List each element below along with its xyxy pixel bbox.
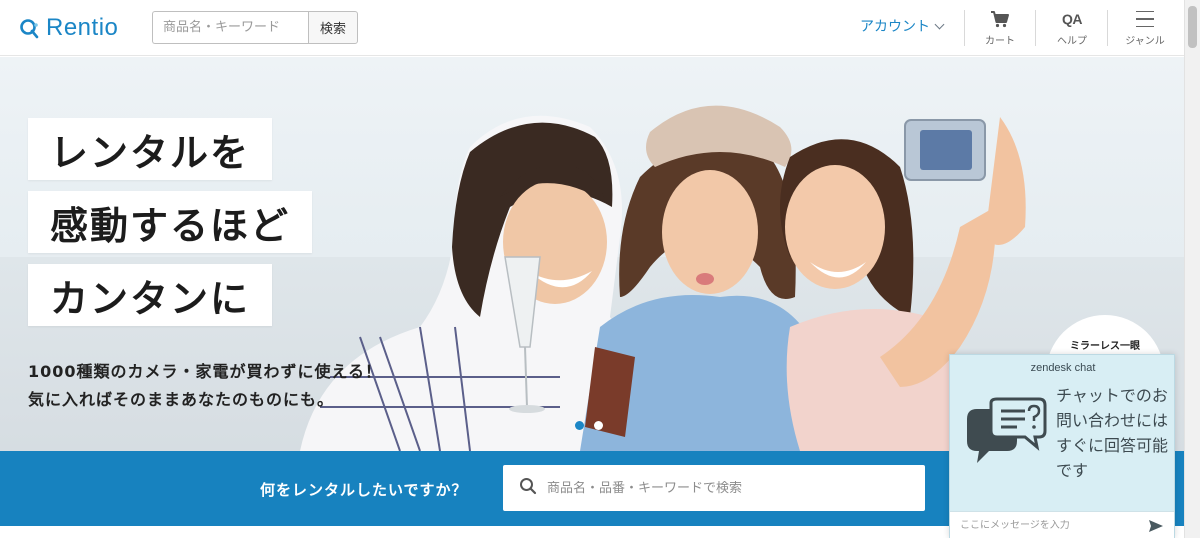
rentio-logo[interactable]: Rentio <box>20 12 118 44</box>
zendesk-chat-widget[interactable]: zendesk chat チャットでのお問い合わせにはすぐに回答可能です <box>949 354 1175 538</box>
genre-label: ジャンル <box>1125 36 1165 47</box>
hero-subtext-line-1: 1000種類のカメラ・家電が買わずに使える！ <box>28 362 383 381</box>
header-search-input[interactable] <box>152 11 308 44</box>
hero-headline-line-3: カンタンに <box>28 264 273 326</box>
page-scrollbar[interactable] <box>1184 0 1200 538</box>
site-header: Rentio 検索 アカウント カート QA ヘルプ <box>0 0 1184 56</box>
hero-subtext-line-2: 気に入ればそのままあなたのものにも。 <box>28 390 335 409</box>
help-button[interactable]: QA ヘルプ <box>1042 8 1102 50</box>
hero-headline-line-2: 感動するほど <box>28 191 313 253</box>
carousel-dot-1[interactable] <box>575 421 584 430</box>
chat-message: チャットでのお問い合わせにはすぐに回答可能です <box>1056 386 1169 480</box>
page: Rentio 検索 アカウント カート QA ヘルプ <box>0 0 1200 538</box>
header-search-button[interactable]: 検索 <box>308 11 358 44</box>
cart-icon <box>990 8 1010 30</box>
chat-brand: zendesk chat <box>1030 362 1096 374</box>
divider <box>1035 10 1036 46</box>
search-icon <box>519 477 537 499</box>
cart-label: カート <box>985 36 1015 47</box>
account-label: アカウント <box>860 19 930 35</box>
logo-text: Rentio <box>46 14 119 41</box>
main-search-box[interactable] <box>503 465 925 511</box>
carousel-dot-2[interactable] <box>594 421 603 430</box>
logo-mark-icon <box>20 18 40 39</box>
chevron-down-icon <box>934 19 945 29</box>
send-icon[interactable] <box>1148 518 1164 537</box>
divider <box>964 10 965 46</box>
main-search-input[interactable] <box>547 480 907 496</box>
chat-bubble-icon <box>963 397 1049 479</box>
carousel-dots <box>575 421 603 430</box>
chat-input-row <box>950 511 1174 538</box>
divider <box>1107 10 1108 46</box>
account-menu[interactable]: アカウント <box>860 16 945 36</box>
chat-message-input[interactable] <box>960 519 1140 531</box>
help-label: ヘルプ <box>1057 36 1087 47</box>
cart-button[interactable]: カート <box>970 8 1030 50</box>
hamburger-menu-icon <box>1136 8 1154 30</box>
qa-help-icon: QA <box>1062 11 1083 27</box>
header-search: 検索 <box>152 11 358 44</box>
genre-menu-button[interactable]: ジャンル <box>1115 8 1175 50</box>
main-search-label: 何をレンタルしたいですか？ <box>260 481 468 499</box>
hero-headline-line-1: レンタルを <box>28 118 273 180</box>
scrollbar-thumb[interactable] <box>1188 6 1197 48</box>
